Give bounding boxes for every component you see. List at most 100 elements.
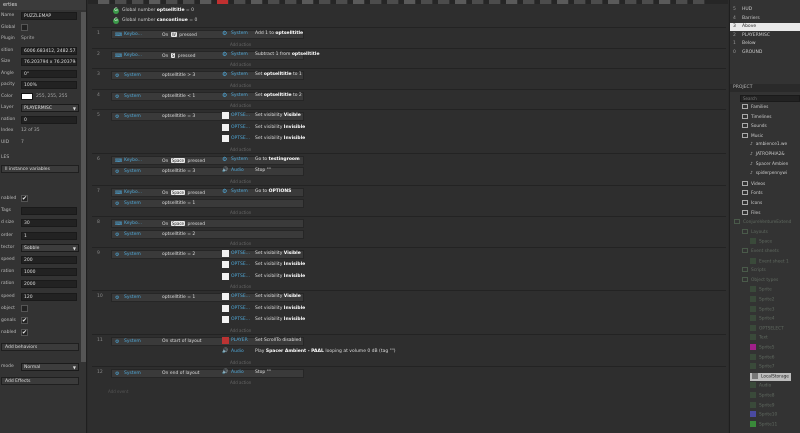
- project-tree-item[interactable]: Families: [742, 104, 768, 112]
- project-tree-item[interactable]: Sprite9: [750, 401, 774, 410]
- tab[interactable]: [421, 0, 433, 4]
- project-tree-item[interactable]: ♪ spiderpennywi: [750, 171, 787, 179]
- project-tree-item[interactable]: Space: [750, 238, 772, 246]
- layer-item[interactable]: 2 PLAYERMISC: [730, 32, 800, 40]
- property-field[interactable]: 1: [21, 231, 77, 240]
- property-checkbox[interactable]: [21, 23, 28, 31]
- add-event-link[interactable]: Add event: [108, 389, 128, 394]
- layer-item[interactable]: 3 Above: [730, 23, 800, 31]
- property-checkbox[interactable]: ✔: [21, 329, 28, 337]
- add-action-link[interactable]: Add action: [230, 83, 251, 88]
- tab[interactable]: [183, 0, 195, 4]
- event-action[interactable]: OPTSE... Set visibility Visible: [220, 293, 720, 302]
- event-action[interactable]: 🔊 Audio Play Spacer Ambient - PAAL looping…: [220, 348, 720, 357]
- tab[interactable]: [438, 0, 450, 4]
- tab[interactable]: [217, 0, 229, 4]
- project-tree-item[interactable]: Sprite10: [750, 411, 777, 419]
- tab-strip[interactable]: [88, 0, 728, 4]
- project-tree-item[interactable]: ConjureVentureExtend: [734, 219, 791, 227]
- event-action[interactable]: OPTSE... Set visibility Invisible: [220, 316, 720, 325]
- add-action-link[interactable]: Add action: [230, 103, 251, 108]
- project-tree-item[interactable]: Sprite11: [750, 420, 777, 429]
- property-field[interactable]: 100%: [21, 81, 77, 89]
- project-tree-item[interactable]: Event sheets: [742, 248, 779, 256]
- tab[interactable]: [608, 0, 620, 4]
- mode-dropdown[interactable]: Normal ▼: [21, 363, 79, 372]
- event-block[interactable]: 12 ⚙ System On end of layout 🔊 Audio Stop "" Ad…: [92, 365, 726, 387]
- project-tree-item[interactable]: Fonts: [742, 190, 763, 198]
- layer-item[interactable]: 1 Below: [730, 40, 800, 48]
- add-action-link[interactable]: Add action: [230, 380, 251, 385]
- event-block[interactable]: 2 ⌨ Keybo... On S pressed ⚙ System Subtract 1 …: [92, 47, 726, 69]
- project-tree-item[interactable]: LocalStorage: [750, 372, 791, 381]
- event-action[interactable]: OPTSE... Set visibility Visible: [220, 249, 720, 259]
- project-tree-item[interactable]: Sprite4: [750, 315, 774, 323]
- event-action[interactable]: OPTSE... Set visibility Invisible: [220, 135, 720, 144]
- add-action-link[interactable]: Add action: [230, 360, 251, 365]
- property-field[interactable]: 200: [21, 256, 77, 264]
- event-block[interactable]: 10 ⚙ System optselltitle = 1 OPTSE... Set vis…: [92, 290, 726, 334]
- event-action[interactable]: OPTSE... Set visibility Invisible: [220, 272, 720, 282]
- event-condition[interactable]: ⚙ System optselltitle = 2: [111, 229, 304, 239]
- project-tree-item[interactable]: Music: [742, 132, 763, 141]
- project-tree-item[interactable]: Videos: [742, 180, 765, 189]
- event-block[interactable]: 7 ⌨ Keybo... On Space pressed ⚙ System optsell…: [92, 184, 726, 216]
- event-action[interactable]: PLAYER Set ScrollTo disabled: [220, 336, 720, 346]
- project-tree-item[interactable]: Sprite5: [750, 344, 774, 352]
- project-tree-item[interactable]: Files: [742, 209, 760, 218]
- tab[interactable]: [659, 0, 671, 4]
- add-action-link[interactable]: Add action: [230, 210, 251, 215]
- add-effects-button[interactable]: Add Effects: [1, 377, 79, 386]
- tab[interactable]: [336, 0, 348, 4]
- layer-item[interactable]: 4 Barriers: [730, 15, 800, 23]
- add-action-link[interactable]: Add action: [230, 42, 251, 47]
- event-block[interactable]: 4 ⚙ System optselltitle < 1 ⚙ System Set optse…: [92, 88, 726, 110]
- project-tree-item[interactable]: Object types: [742, 276, 778, 285]
- property-checkbox[interactable]: [21, 304, 28, 312]
- tab[interactable]: [149, 0, 161, 4]
- event-action[interactable]: 🔊 Audio Stop "": [220, 167, 720, 176]
- project-tree-item[interactable]: Sprite: [750, 286, 772, 294]
- tab[interactable]: [540, 0, 552, 4]
- project-tree-item[interactable]: Sprite8: [750, 392, 774, 400]
- event-action[interactable]: OPTSE... Set visibility Visible: [220, 112, 720, 121]
- tab[interactable]: [642, 0, 654, 4]
- project-tree-item[interactable]: Sprite6: [750, 353, 774, 362]
- tab[interactable]: [353, 0, 365, 4]
- tab[interactable]: [234, 0, 246, 4]
- property-field[interactable]: 2000: [21, 280, 77, 289]
- tab[interactable]: [251, 0, 263, 4]
- tab[interactable]: [370, 0, 382, 4]
- event-condition[interactable]: ⌨ Keybo... On Space pressed: [111, 218, 304, 228]
- add-behaviors-button[interactable]: Add behaviors: [1, 343, 79, 352]
- event-action[interactable]: ⚙ System Subtract 1 from optselltitle: [220, 51, 720, 60]
- tab[interactable]: [591, 0, 603, 4]
- tab[interactable]: [132, 0, 144, 4]
- event-action[interactable]: ⚙ System Go to OPTIONS: [220, 188, 720, 197]
- tab[interactable]: [285, 0, 297, 4]
- property-field[interactable]: 1000: [21, 268, 77, 277]
- add-action-link[interactable]: Add action: [230, 147, 251, 152]
- project-tree-item[interactable]: Sprite3: [750, 305, 774, 314]
- add-action-link[interactable]: Add action: [230, 284, 251, 289]
- tab[interactable]: [523, 0, 535, 4]
- tab[interactable]: [98, 0, 110, 4]
- project-tree-item[interactable]: Layouts: [742, 228, 768, 237]
- property-field[interactable]: [21, 207, 77, 216]
- tab[interactable]: [268, 0, 280, 4]
- color-swatch[interactable]: [21, 92, 33, 100]
- event-block[interactable]: 5 ⚙ System optselltitle = 3 OPTSE... Set visi…: [92, 109, 726, 153]
- event-block[interactable]: 6 ⌨ Keybo... On Space pressed ⚙ System optsell…: [92, 152, 726, 185]
- tab[interactable]: [574, 0, 586, 4]
- project-tree-item[interactable]: Icons: [742, 200, 762, 208]
- event-block[interactable]: 3 ⚙ System optselltitle > 3 ⚙ System Set optse…: [92, 68, 726, 89]
- project-tree-item[interactable]: ♪ ambience1.we: [750, 142, 787, 150]
- tab[interactable]: [387, 0, 399, 4]
- project-tree-item[interactable]: Sounds: [742, 123, 767, 131]
- tab[interactable]: [115, 0, 127, 4]
- event-block[interactable]: 8 ⌨ Keybo... On Space pressed ⚙ System optsell…: [92, 215, 726, 247]
- project-tree-item[interactable]: Audio: [750, 382, 771, 390]
- project-tree-item[interactable]: Sprite2: [750, 296, 774, 304]
- instance-variables-button[interactable]: ll instance variables: [1, 165, 79, 173]
- add-action-link[interactable]: Add action: [230, 328, 251, 333]
